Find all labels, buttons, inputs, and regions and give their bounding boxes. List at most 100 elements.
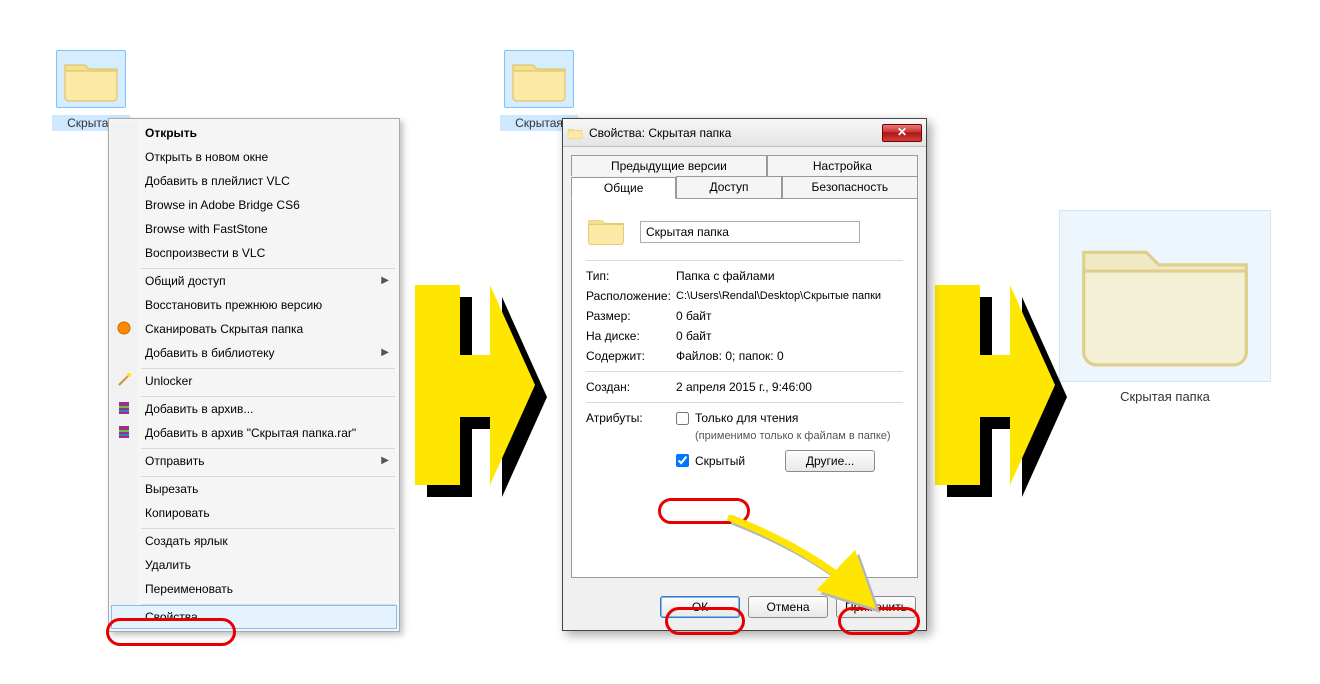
label-size-on-disk: На диске: (586, 329, 676, 343)
button-label: ОК (692, 600, 708, 614)
folder-icon (1059, 210, 1271, 382)
ctx-item-open-new-window[interactable]: Открыть в новом окне (111, 145, 397, 169)
winrar-icon (116, 400, 132, 416)
folder-name-input[interactable] (640, 221, 860, 243)
dialog-title: Свойства: Скрытая папка (589, 126, 731, 140)
ctx-item-add-archive[interactable]: Добавить в архив... (111, 397, 397, 421)
desktop-folder-hidden-result[interactable]: Скрытая папка (1050, 210, 1280, 404)
tab-row-front: Общие Доступ Безопасность (571, 176, 918, 198)
tab-body-general: Тип:Папка с файлами Расположение:C:\User… (571, 198, 918, 578)
tab-sharing[interactable]: Доступ (676, 176, 781, 198)
value-size-on-disk: 0 байт (676, 329, 903, 343)
checkbox-hidden[interactable]: Скрытый (676, 454, 745, 468)
divider (586, 371, 903, 372)
dialog-button-row: ОК Отмена Применить (563, 586, 926, 630)
tab-row-back: Предыдущие версии Настройка (571, 155, 918, 176)
ctx-label: Добавить в плейлист VLC (145, 174, 290, 188)
submenu-arrow-icon: ▶ (381, 345, 389, 361)
tab-label: Безопасность (812, 180, 889, 194)
value-type: Папка с файлами (676, 269, 903, 283)
ctx-label: Сканировать Скрытая папка (145, 322, 303, 336)
folder-icon (586, 213, 626, 250)
ctx-label: Добавить в архив "Скрытая папка.rar" (145, 426, 356, 440)
winrar-icon (116, 424, 132, 440)
apply-button[interactable]: Применить (836, 596, 916, 618)
label-size: Размер: (586, 309, 676, 323)
context-menu: Открыть Открыть в новом окне Добавить в … (108, 118, 400, 632)
tab-customize[interactable]: Настройка (767, 155, 918, 176)
checkbox-hidden-input[interactable] (676, 454, 689, 467)
ctx-item-properties[interactable]: Свойства (111, 605, 397, 629)
submenu-arrow-icon: ▶ (381, 273, 389, 289)
ctx-item-restore[interactable]: Восстановить прежнюю версию (111, 293, 397, 317)
value-location: C:\Users\Rendal\Desktop\Скрытые папки (676, 290, 903, 302)
folder-icon (567, 125, 583, 141)
ctx-label: Отправить (145, 454, 205, 468)
ctx-item-cut[interactable]: Вырезать (111, 477, 397, 501)
ctx-label: Общий доступ (145, 274, 226, 288)
button-label: Другие... (806, 454, 854, 468)
label-location: Расположение: (586, 289, 676, 303)
value-created: 2 апреля 2015 г., 9:46:00 (676, 380, 903, 394)
checkbox-readonly[interactable]: Только для чтения (676, 411, 798, 425)
folder-icon (56, 50, 126, 108)
ctx-label: Копировать (145, 506, 210, 520)
ctx-item-vlc-playlist[interactable]: Добавить в плейлист VLC (111, 169, 397, 193)
ctx-item-faststone[interactable]: Browse with FastStone (111, 217, 397, 241)
dialog-titlebar[interactable]: Свойства: Скрытая папка ✕ (563, 119, 926, 147)
step-arrow-icon (415, 285, 560, 505)
tab-previous-versions[interactable]: Предыдущие версии (571, 155, 767, 176)
ctx-label: Воспроизвести в VLC (145, 246, 265, 260)
ctx-item-shortcut[interactable]: Создать ярлык (111, 529, 397, 553)
ctx-label: Вырезать (145, 482, 198, 496)
tab-security[interactable]: Безопасность (782, 176, 918, 198)
ctx-item-add-archive-rar[interactable]: Добавить в архив "Скрытая папка.rar" (111, 421, 397, 445)
ctx-item-rename[interactable]: Переименовать (111, 577, 397, 601)
tab-label: Предыдущие версии (611, 159, 727, 173)
ctx-label: Открыть (145, 126, 197, 140)
folder-icon (504, 50, 574, 108)
step-arrow-icon (935, 285, 1080, 505)
wand-icon (116, 372, 132, 388)
tab-label: Настройка (813, 159, 872, 173)
button-label: Применить (845, 600, 907, 614)
ctx-item-unlocker[interactable]: Unlocker (111, 369, 397, 393)
ctx-label: Восстановить прежнюю версию (145, 298, 322, 312)
label-type: Тип: (586, 269, 676, 283)
antivirus-icon (116, 320, 132, 336)
ctx-label: Удалить (145, 558, 191, 572)
ctx-item-send-to[interactable]: Отправить ▶ (111, 449, 397, 473)
submenu-arrow-icon: ▶ (381, 453, 389, 469)
ctx-label: Свойства (145, 610, 198, 624)
value-contains: Файлов: 0; папок: 0 (676, 349, 903, 363)
ctx-item-bridge[interactable]: Browse in Adobe Bridge CS6 (111, 193, 397, 217)
button-label: Отмена (766, 600, 809, 614)
value-size: 0 байт (676, 309, 903, 323)
label-attributes: Атрибуты: (586, 411, 676, 425)
checkbox-label: Только для чтения (695, 411, 798, 425)
divider (586, 402, 903, 403)
ctx-item-scan[interactable]: Сканировать Скрытая папка (111, 317, 397, 341)
close-button[interactable]: ✕ (882, 124, 922, 142)
ctx-label: Unlocker (145, 374, 192, 388)
ctx-item-library[interactable]: Добавить в библиотеку ▶ (111, 341, 397, 365)
ctx-label: Browse with FastStone (145, 222, 268, 236)
ctx-item-open[interactable]: Открыть (111, 121, 397, 145)
ctx-label: Добавить в архив... (145, 402, 253, 416)
tab-general[interactable]: Общие (571, 177, 676, 199)
ctx-label: Добавить в библиотеку (145, 346, 275, 360)
ctx-item-copy[interactable]: Копировать (111, 501, 397, 525)
ctx-item-share[interactable]: Общий доступ ▶ (111, 269, 397, 293)
checkbox-readonly-input[interactable] (676, 412, 689, 425)
properties-dialog: Свойства: Скрытая папка ✕ Предыдущие вер… (562, 118, 927, 631)
ctx-item-delete[interactable]: Удалить (111, 553, 397, 577)
checkbox-label: Скрытый (695, 454, 745, 468)
ctx-label: Browse in Adobe Bridge CS6 (145, 198, 300, 212)
readonly-note: (применимо только к файлам в папке) (695, 430, 903, 442)
ctx-item-vlc-play[interactable]: Воспроизвести в VLC (111, 241, 397, 265)
advanced-attributes-button[interactable]: Другие... (785, 450, 875, 472)
ok-button[interactable]: ОК (660, 596, 740, 618)
label-contains: Содержит: (586, 349, 676, 363)
ctx-label: Открыть в новом окне (145, 150, 268, 164)
cancel-button[interactable]: Отмена (748, 596, 828, 618)
